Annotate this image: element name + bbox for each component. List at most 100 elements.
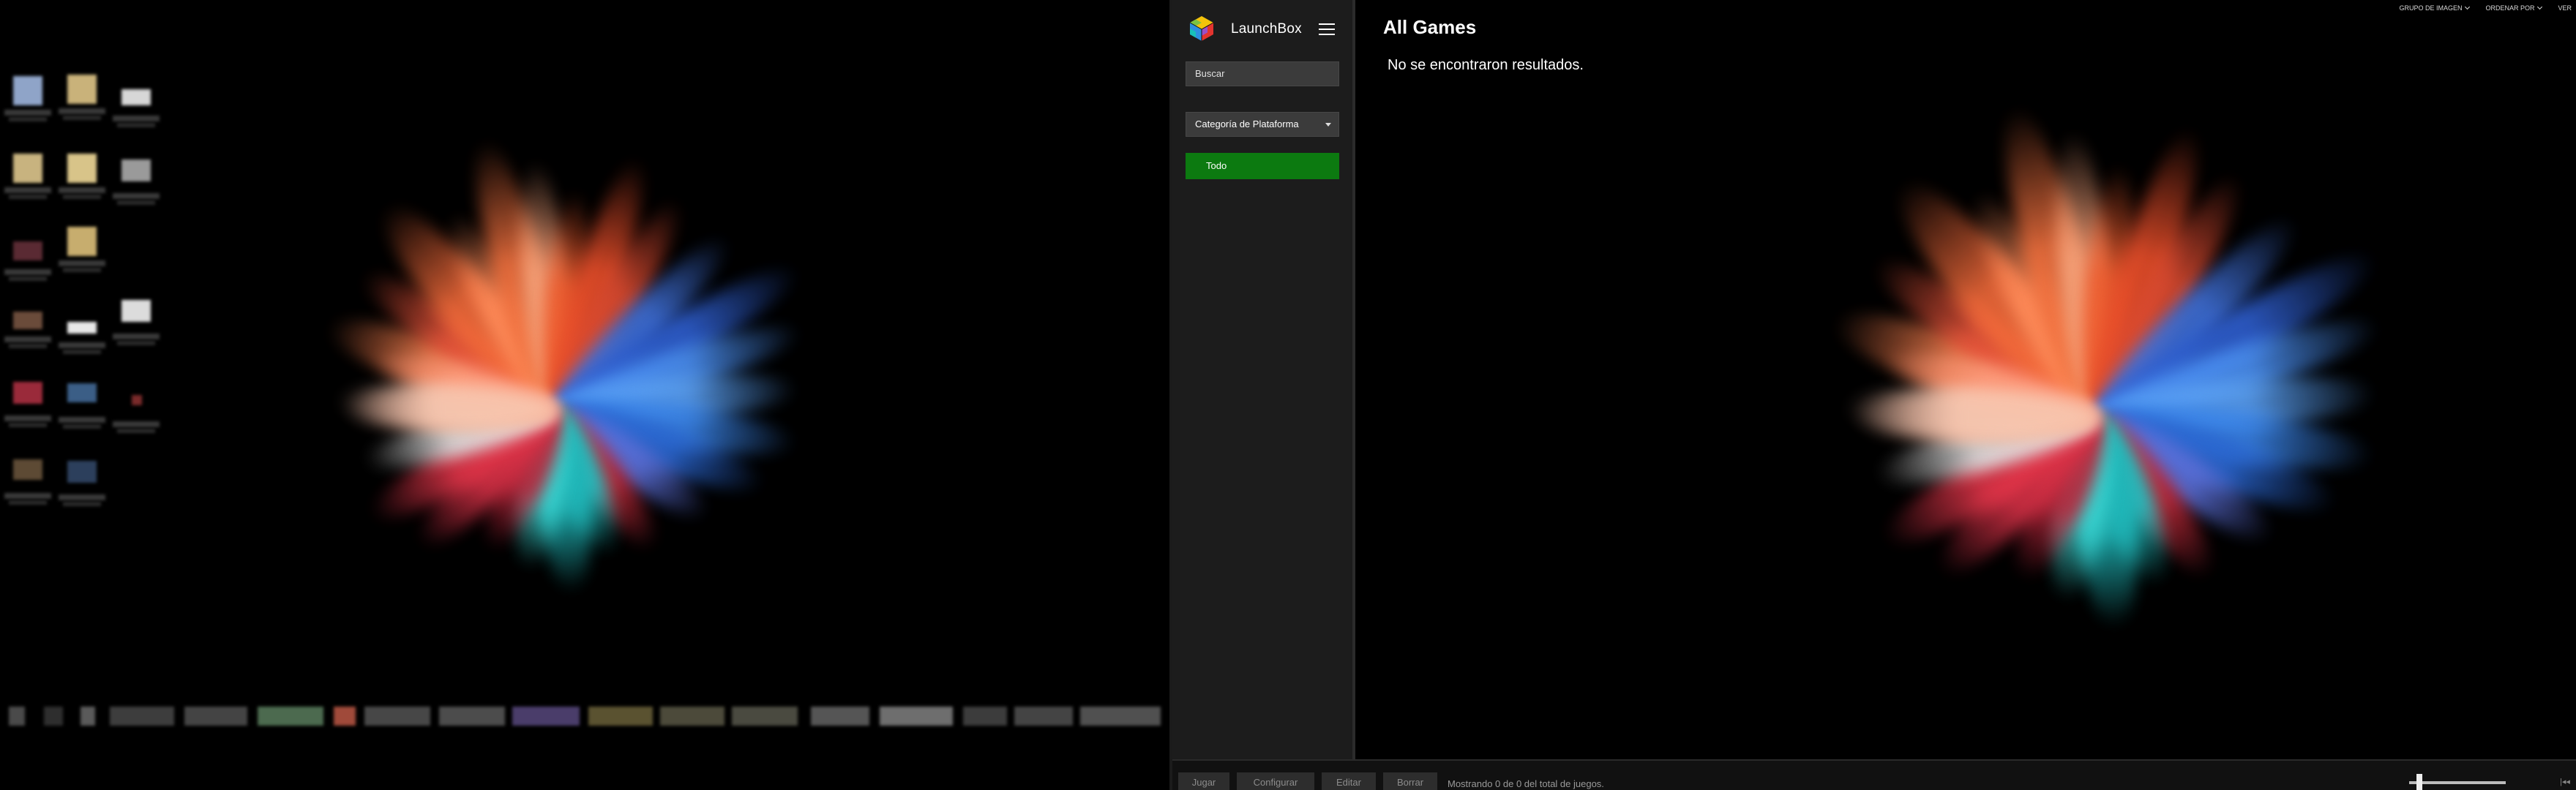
burst-ray bbox=[545, 252, 809, 429]
app-title: LaunchBox bbox=[1231, 21, 1302, 37]
burst-ray bbox=[2078, 403, 2228, 589]
skip-start-icon[interactable]: |◂◂ bbox=[2560, 777, 2570, 786]
burst-ray bbox=[361, 391, 567, 535]
burst-ray bbox=[1862, 241, 2112, 438]
taskbar-item[interactable] bbox=[80, 707, 95, 726]
image-group-label: GRUPO DE IMAGEN bbox=[2399, 4, 2463, 12]
sort-by-dropdown[interactable]: ORDENAR POR bbox=[2485, 4, 2543, 12]
search-placeholder: Buscar bbox=[1195, 68, 1225, 79]
zoom-slider-track[interactable] bbox=[2409, 781, 2506, 784]
taskbar-item[interactable] bbox=[334, 707, 356, 726]
burst-ray bbox=[2083, 398, 2283, 557]
zoom-slider-thumb[interactable] bbox=[2416, 774, 2422, 790]
burst-ray bbox=[360, 390, 562, 481]
taskbar-item[interactable] bbox=[1080, 707, 1161, 726]
taskbar-item[interactable] bbox=[811, 707, 869, 726]
desktop-icon[interactable] bbox=[54, 72, 113, 130]
taskbar-item[interactable] bbox=[258, 707, 323, 726]
desktop-icon[interactable] bbox=[0, 233, 59, 291]
burst-ray bbox=[1873, 395, 2111, 561]
desktop-icon[interactable] bbox=[0, 151, 59, 209]
category-dropdown-label: Categoría de Plataforma bbox=[1195, 118, 1299, 129]
burst-ray bbox=[2073, 121, 2215, 425]
view-label: VER bbox=[2558, 4, 2572, 12]
page-title: All Games bbox=[1383, 16, 1477, 38]
burst-ray bbox=[336, 380, 558, 432]
burst-core bbox=[2021, 341, 2174, 493]
burst-ray bbox=[2084, 235, 2387, 439]
desktop-icon[interactable] bbox=[54, 380, 113, 439]
burst-ray bbox=[2081, 204, 2310, 434]
burst-ray bbox=[433, 206, 576, 421]
image-group-dropdown[interactable]: GRUPO DE IMAGEN bbox=[2399, 4, 2471, 12]
sidebar: LaunchBox Buscar Categoría de Plataforma… bbox=[1172, 0, 1355, 759]
taskbar-item[interactable] bbox=[963, 707, 1007, 726]
view-dropdown[interactable]: VER bbox=[2558, 4, 2572, 12]
burst-ray bbox=[542, 225, 741, 424]
taskbar-item[interactable] bbox=[184, 707, 247, 726]
burst-ray bbox=[2040, 413, 2122, 604]
burst-ray bbox=[1853, 391, 2097, 443]
taskbar-item[interactable] bbox=[880, 707, 953, 726]
play-button[interactable]: Jugar bbox=[1178, 772, 1229, 790]
status-text: Mostrando 0 de 0 del total de juegos. bbox=[1448, 778, 1604, 789]
edit-button[interactable]: Editar bbox=[1322, 772, 1376, 790]
burst-ray bbox=[471, 400, 577, 559]
taskbar-item[interactable] bbox=[110, 707, 174, 726]
taskbar-item[interactable] bbox=[732, 707, 798, 726]
configure-button[interactable]: Configurar bbox=[1237, 772, 1314, 790]
desktop-icon[interactable] bbox=[54, 458, 113, 516]
desktop-icon[interactable] bbox=[54, 151, 113, 209]
burst-ray bbox=[512, 159, 578, 412]
desktop-icon[interactable] bbox=[108, 385, 167, 443]
burst-ray bbox=[2073, 408, 2182, 592]
taskbar-item[interactable] bbox=[660, 707, 724, 726]
desktop-icon[interactable] bbox=[0, 300, 59, 358]
taskbar-item[interactable] bbox=[588, 707, 653, 726]
burst-ray bbox=[550, 311, 806, 429]
burst-ray bbox=[367, 341, 562, 429]
desktop-icon[interactable] bbox=[108, 157, 167, 215]
burst-ray bbox=[506, 405, 578, 572]
burst-ray bbox=[1844, 383, 2099, 443]
taskbar-item[interactable] bbox=[439, 707, 505, 726]
sort-by-label: ORDENAR POR bbox=[2485, 4, 2535, 12]
burst-ray bbox=[2047, 129, 2123, 420]
burst-ray bbox=[1880, 338, 2104, 440]
burst-ray bbox=[539, 398, 670, 560]
burst-ray bbox=[1986, 100, 2126, 425]
desktop-icon[interactable] bbox=[0, 379, 59, 437]
taskbar-item[interactable] bbox=[364, 707, 430, 726]
burst-ray bbox=[535, 402, 630, 562]
desktop-icon[interactable] bbox=[54, 224, 113, 282]
chevron-down-icon bbox=[2537, 4, 2543, 10]
desktop-icon[interactable] bbox=[0, 73, 59, 132]
taskbar-item[interactable] bbox=[512, 707, 580, 726]
burst-ray bbox=[2094, 391, 2376, 481]
delete-button[interactable]: Borrar bbox=[1383, 772, 1437, 790]
burst-core bbox=[490, 344, 622, 475]
launchbox-cube-icon bbox=[1188, 15, 1215, 42]
taskbar-item[interactable] bbox=[9, 707, 25, 726]
desktop-icon[interactable] bbox=[54, 306, 113, 364]
desktop-icon[interactable] bbox=[108, 79, 167, 138]
search-input[interactable]: Buscar bbox=[1186, 61, 1339, 86]
desktop-icon[interactable] bbox=[0, 456, 59, 515]
burst-ray bbox=[405, 394, 572, 560]
hamburger-icon[interactable] bbox=[1319, 23, 1335, 35]
platform-filter-all[interactable]: Todo bbox=[1186, 153, 1339, 179]
taskbar-item[interactable] bbox=[44, 707, 63, 726]
burst-ray bbox=[1956, 182, 2120, 429]
taskbar-item[interactable] bbox=[1014, 707, 1073, 726]
desktop-taskbar bbox=[0, 701, 1171, 733]
dual-monitor-screen: LaunchBox Buscar Categoría de Plataforma… bbox=[0, 0, 2576, 790]
burst-ray bbox=[531, 407, 598, 595]
burst-ray bbox=[539, 190, 694, 420]
category-dropdown[interactable]: Categoría de Plataforma bbox=[1186, 112, 1339, 137]
burst-ray bbox=[2077, 165, 2257, 429]
empty-results-message: No se encontraron resultados. bbox=[1388, 57, 1584, 73]
burst-ray bbox=[2067, 414, 2146, 629]
bottom-bar: Jugar Configurar Editar Borrar Mostrando… bbox=[1172, 759, 2576, 790]
burst-ray bbox=[544, 393, 718, 531]
desktop-icon[interactable] bbox=[108, 297, 167, 356]
